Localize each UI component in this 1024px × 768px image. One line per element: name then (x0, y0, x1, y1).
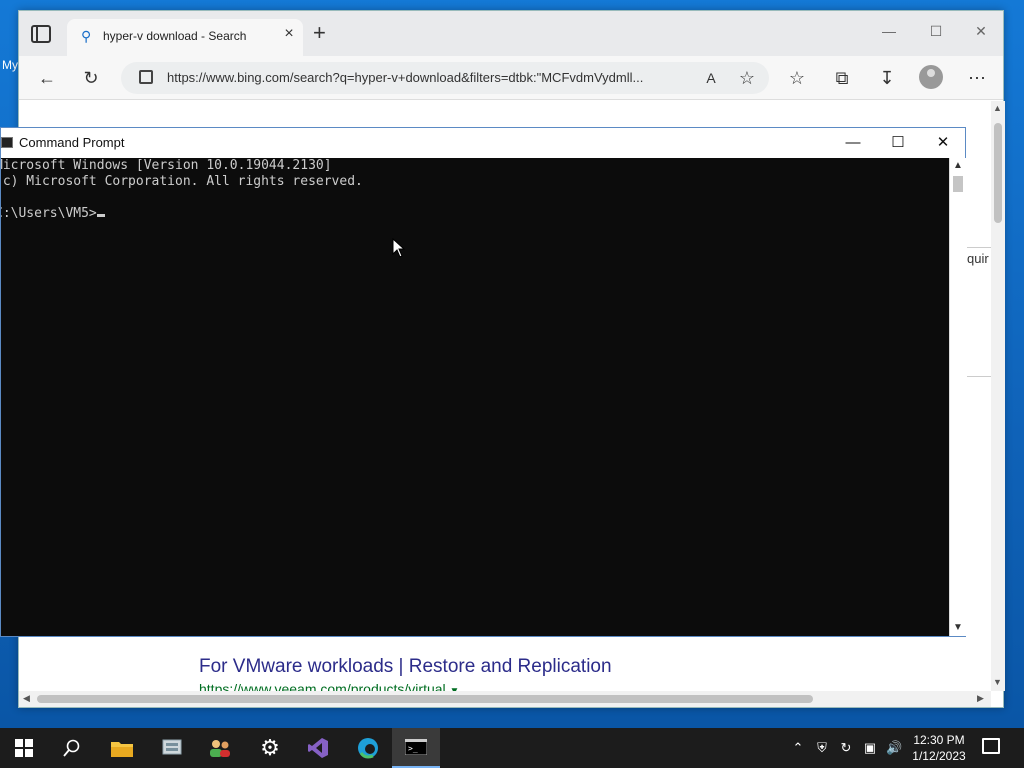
cmd-title-bar[interactable]: Command Prompt — ☐ ✕ (1, 128, 965, 158)
add-favorite-icon[interactable]: ☆ (735, 66, 759, 90)
result-title-link[interactable]: For VMware workloads | Restore and Repli… (199, 656, 612, 678)
terminal-icon: >_ (405, 739, 427, 755)
collections-icon[interactable]: ⧉ (830, 66, 854, 90)
console-prompt[interactable]: C:\Users\VM5> (1, 206, 105, 221)
search-icon: ⚲ (81, 28, 92, 44)
system-clock[interactable]: 12:30 PM 1/12/2023 (910, 732, 968, 764)
back-arrow-icon[interactable]: ← (35, 66, 59, 90)
result-url[interactable]: https://www.veeam.com/products/virtual ▼ (199, 681, 459, 691)
taskbar: ⚙ >_ ⌃ ⛨ ↻ ▣ 🔊 12:30 PM 1/12/2023 (0, 728, 1024, 768)
tab-actions-icon[interactable] (31, 25, 51, 43)
start-button[interactable] (0, 728, 48, 768)
clock-time: 12:30 PM (913, 733, 965, 747)
minimize-icon[interactable]: — (877, 23, 901, 43)
console-line: Microsoft Windows [Version 10.0.19044.21… (1, 158, 332, 173)
server-manager-icon (162, 739, 182, 755)
side-panel-fragment: quir (967, 247, 991, 377)
command-prompt-window: Command Prompt — ☐ ✕ Microsoft Windows [… (0, 127, 966, 637)
show-hidden-icons-icon[interactable]: ⌃ (790, 740, 806, 756)
clock-date: 1/12/2023 (912, 749, 966, 763)
folder-icon (111, 742, 133, 757)
lock-icon (139, 70, 153, 84)
read-aloud-icon[interactable]: A (699, 66, 723, 90)
result-url-text[interactable]: https://www.veeam.com/products/virtual (199, 681, 446, 691)
scroll-up-icon[interactable]: ▲ (993, 103, 1002, 113)
horizontal-scroll-thumb[interactable] (37, 695, 813, 703)
tab-title: hyper-v download - Search (103, 29, 247, 43)
notification-center-icon[interactable] (982, 738, 1000, 754)
browser-tab[interactable]: ⚲ hyper-v download - Search × (67, 19, 303, 56)
svg-text:>_: >_ (408, 744, 418, 753)
address-bar[interactable]: https://www.bing.com/search?q=hyper-v+do… (121, 62, 769, 94)
scroll-right-icon[interactable]: ▶ (977, 693, 984, 704)
scroll-down-icon[interactable]: ▼ (993, 677, 1002, 687)
maximize-icon[interactable]: ☐ (924, 23, 948, 43)
network-icon[interactable]: ▣ (862, 740, 878, 756)
refresh-icon[interactable]: ↻ (79, 66, 103, 90)
browser-tab-bar: ⚲ hyper-v download - Search × + — ☐ ✕ (19, 11, 1003, 56)
text-cursor (96, 214, 105, 217)
cmd-minimize-icon[interactable]: — (839, 132, 867, 154)
search-button[interactable] (48, 728, 96, 768)
new-tab-icon[interactable]: + (313, 22, 333, 44)
cmd-scroll-thumb[interactable] (953, 176, 963, 192)
favorites-icon[interactable]: ☆ (785, 66, 809, 90)
visual-studio-button[interactable] (294, 728, 342, 768)
windows-security-icon[interactable]: ⛨ (814, 740, 830, 756)
browser-toolbar: ← ↻ https://www.bing.com/search?q=hyper-… (19, 56, 1003, 100)
users-icon (210, 740, 230, 757)
downloads-icon[interactable]: ↧ (875, 66, 899, 90)
windows-logo-icon (15, 739, 33, 757)
visual-studio-icon (308, 738, 328, 758)
volume-icon[interactable]: 🔊 (886, 740, 902, 756)
cmd-maximize-icon[interactable]: ☐ (884, 132, 912, 154)
prompt-text: C:\Users\VM5> (1, 206, 97, 221)
server-manager-button[interactable] (148, 728, 196, 768)
more-options-icon[interactable]: ⋯ (965, 66, 989, 90)
update-icon[interactable]: ↻ (838, 740, 854, 756)
cmd-window-title: Command Prompt (19, 135, 125, 150)
gear-icon: ⚙ (260, 735, 280, 760)
desktop-icon-label[interactable]: My (2, 58, 18, 72)
scroll-left-icon[interactable]: ◀ (23, 693, 30, 704)
file-explorer-button[interactable] (98, 728, 146, 768)
command-prompt-taskbar-button[interactable]: >_ (392, 728, 440, 768)
edge-icon (358, 738, 378, 759)
cmd-vertical-scrollbar[interactable]: ▲ ▼ (949, 158, 966, 636)
users-app-button[interactable] (196, 728, 244, 768)
console-output[interactable]: Microsoft Windows [Version 10.0.19044.21… (1, 158, 949, 636)
page-horizontal-scrollbar[interactable]: ◀ ▶ (19, 691, 991, 707)
edge-button[interactable] (344, 728, 392, 768)
search-icon (63, 739, 80, 757)
close-tab-icon[interactable]: × (281, 26, 297, 42)
cmd-close-icon[interactable]: ✕ (929, 132, 957, 154)
settings-button[interactable]: ⚙ (246, 728, 294, 768)
console-line: (c) Microsoft Corporation. All rights re… (1, 174, 363, 189)
page-vertical-scrollbar[interactable]: ▲ ▼ (991, 101, 1005, 691)
cmd-app-icon (1, 137, 13, 148)
cmd-scroll-down-icon[interactable]: ▼ (953, 622, 963, 633)
profile-avatar[interactable] (919, 65, 943, 89)
side-panel-text: quir (967, 251, 989, 266)
scroll-thumb[interactable] (994, 123, 1002, 223)
close-window-icon[interactable]: ✕ (969, 23, 993, 43)
address-url[interactable]: https://www.bing.com/search?q=hyper-v+do… (167, 70, 643, 85)
cmd-scroll-up-icon[interactable]: ▲ (953, 160, 963, 171)
